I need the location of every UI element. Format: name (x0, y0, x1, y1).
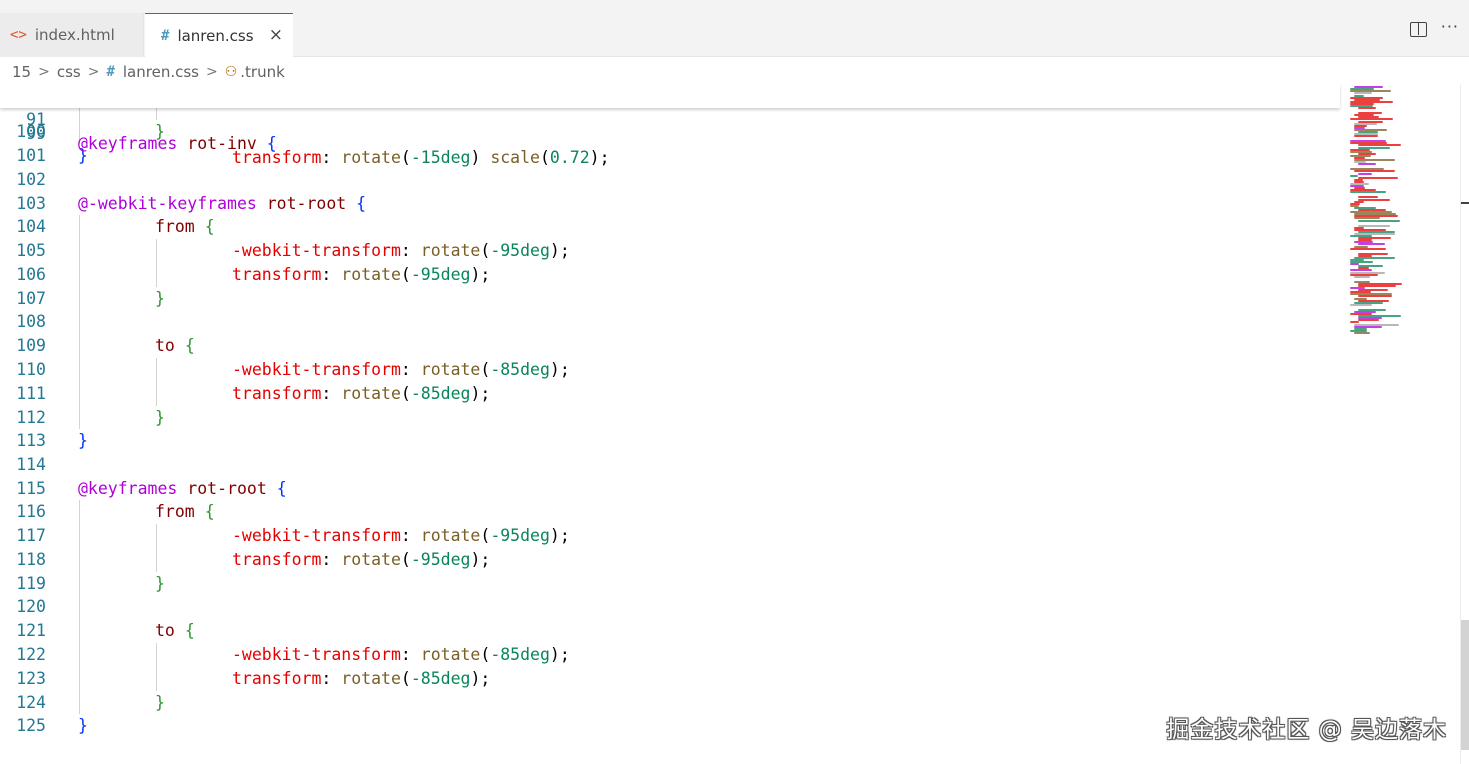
code-line: 103 @-webkit-keyframes rot-root { (16, 194, 367, 213)
minimap-line (1354, 275, 1370, 278)
minimap-line (1358, 319, 1379, 322)
code-line: 121 to { (16, 621, 195, 640)
editor-tab-bar: <> index.html # lanren.css × ··· (0, 0, 1469, 58)
code-line: 107} (16, 289, 165, 308)
code-line: 119} (16, 574, 165, 593)
html-file-icon: <> (10, 27, 27, 43)
minimap-line (1354, 331, 1370, 334)
breadcrumb-symbol[interactable]: .trunk (240, 63, 285, 81)
minimap-line (1350, 191, 1386, 194)
minimap-line (1350, 303, 1372, 306)
css-file-icon: # (161, 28, 170, 44)
minimap-line (1350, 247, 1386, 250)
chevron-right-icon: > (87, 64, 100, 80)
minimap-line (1358, 107, 1376, 110)
more-actions-icon[interactable]: ··· (1441, 17, 1459, 36)
chevron-right-icon: > (205, 64, 218, 80)
minimap[interactable] (1344, 84, 1459, 344)
minimap-line (1354, 135, 1378, 138)
code-line: 117 -webkit-transform: rotate(-95deg); (16, 526, 570, 545)
code-line: 91 @keyframes rot-inv { (26, 110, 277, 153)
code-line: 118 transform: rotate(-95deg); (16, 550, 491, 569)
tab-index-html[interactable]: <> index.html (0, 13, 144, 57)
code-line: 125} (16, 716, 88, 735)
code-line: 110 -webkit-transform: rotate(-85deg); (16, 360, 570, 379)
watermark: 掘金技术社区 @ 吴边落木 (1166, 717, 1447, 743)
breadcrumb-folder[interactable]: css (57, 63, 81, 81)
chevron-right-icon: > (38, 64, 50, 80)
code-line: 124} (16, 693, 165, 712)
sticky-scroll-header[interactable]: 91 @keyframes rot-inv { (0, 84, 1340, 153)
code-line: 106 transform: rotate(-95deg); (16, 265, 491, 284)
code-line: 111 transform: rotate(-85deg); (16, 384, 491, 403)
code-line: 122 -webkit-transform: rotate(-85deg); (16, 645, 570, 664)
code-line: 123 transform: rotate(-85deg); (16, 669, 491, 688)
minimap-line (1358, 219, 1400, 222)
split-editor-icon[interactable] (1409, 22, 1427, 37)
code-line: 112} (16, 408, 165, 427)
breadcrumb-file[interactable]: lanren.css (123, 63, 199, 81)
tab-label: index.html (34, 26, 115, 44)
code-line: 115 @keyframes rot-root { (16, 479, 287, 498)
code-line: 120 (16, 597, 46, 616)
code-editor[interactable]: 99 transform: rotate(-15deg) scale(0.72)… (0, 84, 1340, 764)
code-line: 108 (16, 312, 46, 331)
code-line: 109 to { (16, 336, 195, 355)
code-line: 102 (16, 170, 46, 189)
tab-lanren-css[interactable]: # lanren.css × (145, 13, 293, 58)
code-line: 114 (16, 455, 46, 474)
tab-label: lanren.css (177, 27, 254, 45)
code-line: 104 from { (16, 217, 215, 236)
minimap-line (1358, 172, 1372, 175)
code-line: 113} (16, 431, 88, 450)
minimap-line (1358, 176, 1398, 179)
scrollbar-thumb[interactable] (1461, 620, 1469, 750)
code-line: 105 -webkit-transform: rotate(-95deg); (16, 241, 570, 260)
symbol-class-icon: ⚇ (224, 64, 238, 80)
minimap-line (1350, 174, 1358, 177)
breadcrumb: 15 > css > # lanren.css > ⚇ .trunk (12, 61, 285, 83)
breadcrumb-root[interactable]: 15 (12, 63, 31, 81)
cursor-marker (1461, 202, 1469, 204)
close-icon[interactable]: × (269, 25, 283, 45)
css-file-icon: # (106, 64, 115, 80)
code-line: 116 from { (16, 502, 215, 521)
minimap-line (1358, 163, 1376, 166)
